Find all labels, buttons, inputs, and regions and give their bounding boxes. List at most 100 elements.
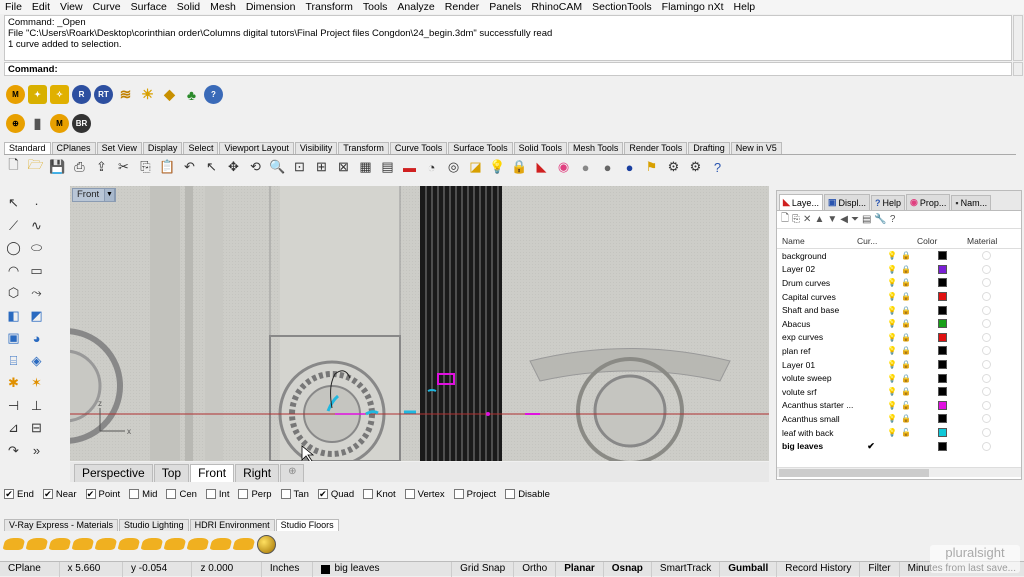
select-arrow-icon[interactable]: ↖ xyxy=(2,192,25,215)
layer-color-swatch[interactable] xyxy=(938,346,947,356)
object-properties-icon[interactable]: ◎ xyxy=(444,158,463,176)
layer-color-swatch[interactable] xyxy=(938,292,947,302)
layer-row[interactable]: Layer 02 💡 🔒 xyxy=(777,263,1021,277)
copy-icon[interactable]: ⎘ xyxy=(136,158,155,176)
bulb-icon[interactable]: 💡 xyxy=(488,158,507,176)
zoom-window-icon[interactable]: ⊡ xyxy=(290,158,309,176)
arc-icon[interactable]: ◠ xyxy=(2,260,25,283)
osnap-checkbox[interactable] xyxy=(238,489,249,499)
bulb-icon[interactable]: 💡 xyxy=(885,401,899,410)
floor-icon[interactable] xyxy=(232,538,256,550)
layer-material-icon[interactable] xyxy=(982,373,991,383)
viewport-tab-perspective[interactable]: Perspective xyxy=(74,464,153,482)
layer-color-swatch[interactable] xyxy=(938,414,947,424)
record-history-toggle[interactable]: Record History xyxy=(777,561,861,577)
bulb-icon[interactable]: 💡 xyxy=(885,278,899,287)
bulb-icon[interactable]: 💡 xyxy=(885,414,899,423)
ortho-toggle[interactable]: Ortho xyxy=(514,561,557,577)
lock-icon[interactable]: 🔒 xyxy=(899,278,913,287)
layer-color-swatch[interactable] xyxy=(938,332,947,342)
curve-icon[interactable]: ∿ xyxy=(25,215,48,238)
lock-icon[interactable]: 🔒 xyxy=(899,319,913,328)
pan-icon[interactable]: ✥ xyxy=(224,158,243,176)
floor-icon[interactable] xyxy=(117,538,141,550)
add-viewport-icon[interactable]: ⊕ xyxy=(280,464,305,482)
polygon-icon[interactable]: ⬡ xyxy=(2,282,25,305)
help-circle-icon[interactable]: ? xyxy=(708,158,727,176)
lock-icon[interactable]: 🔒 xyxy=(899,346,913,355)
front-viewport[interactable]: x z xyxy=(70,186,769,461)
viewport-tab-right[interactable]: Right xyxy=(235,464,280,482)
layer-row[interactable]: background 💡 🔒 xyxy=(777,249,1021,263)
osnap-perp[interactable]: Perp xyxy=(238,489,272,500)
floor-icon[interactable] xyxy=(94,538,118,550)
osnap-checkbox[interactable] xyxy=(453,489,464,499)
floor-icon[interactable] xyxy=(140,538,164,550)
layer-material-icon[interactable] xyxy=(982,319,991,329)
viewport-menu-chevron-icon[interactable]: ▼ xyxy=(104,188,115,202)
unlock-icon[interactable]: 🔓 xyxy=(899,428,913,437)
osnap-checkbox[interactable]: ✔ xyxy=(317,489,328,499)
print-icon[interactable]: ⎙ xyxy=(70,158,89,176)
rotate-view-icon[interactable]: ⟲ xyxy=(246,158,265,176)
menu-surface[interactable]: Surface xyxy=(131,1,167,13)
layer-row[interactable]: Acanthus small 💡 🔒 xyxy=(777,412,1021,426)
rectangle-icon[interactable]: ▭ xyxy=(25,260,48,283)
viewport-tab-front[interactable]: Front xyxy=(190,464,235,482)
tab-studio-floors[interactable]: Studio Floors xyxy=(275,519,339,531)
color-wheel-icon[interactable]: ◉ xyxy=(554,158,573,176)
layer-material-icon[interactable] xyxy=(982,360,991,370)
osnap-end[interactable]: ✔ End xyxy=(4,489,34,500)
move-up-icon[interactable]: ▲ xyxy=(814,214,824,225)
menu-curve[interactable]: Curve xyxy=(93,1,121,13)
bulb-icon[interactable]: 💡 xyxy=(885,319,899,328)
point-icon[interactable]: · xyxy=(25,192,48,215)
osnap-project[interactable]: Project xyxy=(453,489,496,500)
col-material[interactable]: Material xyxy=(967,236,997,246)
plugin-m2-button[interactable]: M xyxy=(50,114,69,133)
menu-file[interactable]: File xyxy=(5,1,22,13)
zoom-icon[interactable]: 🔍 xyxy=(268,158,287,176)
layer-material-icon[interactable] xyxy=(982,346,991,356)
layer-material-icon[interactable] xyxy=(982,251,991,261)
box-icon[interactable]: ▣ xyxy=(2,327,25,350)
panel-tab-named-views[interactable]: ▪ Nam... xyxy=(951,195,992,210)
osnap-point[interactable]: ✔ Point xyxy=(85,489,120,500)
tab-visibility[interactable]: Visibility xyxy=(294,142,338,154)
osnap-checkbox[interactable]: ✔ xyxy=(4,489,14,499)
command-scrollbar[interactable] xyxy=(1013,62,1023,76)
layer-material-icon[interactable] xyxy=(982,264,991,274)
osnap-tan[interactable]: Tan xyxy=(280,489,309,500)
plugin-br-button[interactable]: BR xyxy=(72,114,91,133)
import-icon[interactable]: ⇪ xyxy=(92,158,111,176)
lock-icon[interactable]: 🔒 xyxy=(899,251,913,260)
bulb-icon[interactable]: 💡 xyxy=(885,292,899,301)
tab-new-in-v5[interactable]: New in V5 xyxy=(730,142,782,154)
layer-color-swatch[interactable] xyxy=(938,278,947,288)
move-parent-icon[interactable]: ◀ xyxy=(840,214,848,225)
panel-scroll-thumb[interactable] xyxy=(779,469,929,477)
panel-tab-display[interactable]: ▣ Displ... xyxy=(823,194,870,210)
offset-icon[interactable]: ⤳ xyxy=(25,282,48,305)
material-icon[interactable]: ◣ xyxy=(532,158,551,176)
shade-icon[interactable]: ◔ xyxy=(422,158,441,176)
menu-analyze[interactable]: Analyze xyxy=(397,1,434,13)
plugin-rt-button[interactable]: RT xyxy=(94,85,113,104)
filter-icon[interactable]: ⏷ xyxy=(851,214,859,225)
osnap-checkbox[interactable] xyxy=(205,489,216,499)
layer-row[interactable]: exp curves 💡 🔒 xyxy=(777,331,1021,345)
col-name[interactable]: Name xyxy=(777,236,857,246)
plugin-target-icon[interactable]: ⊕ xyxy=(6,114,25,133)
help-icon[interactable]: ? xyxy=(204,85,223,104)
floor-icon[interactable] xyxy=(163,538,187,550)
circle-icon[interactable]: ◯ xyxy=(2,237,25,260)
select-icon[interactable]: ↖ xyxy=(202,158,221,176)
osnap-checkbox[interactable] xyxy=(404,489,415,499)
lock-icon[interactable]: 🔒 xyxy=(899,374,913,383)
floor-icon[interactable] xyxy=(48,538,72,550)
layer-color-swatch[interactable] xyxy=(938,428,947,438)
menu-edit[interactable]: Edit xyxy=(32,1,50,13)
menu-rhinocam[interactable]: RhinoCAM xyxy=(531,1,582,13)
layer-color-swatch[interactable] xyxy=(938,400,947,410)
floor-icon[interactable] xyxy=(186,538,210,550)
